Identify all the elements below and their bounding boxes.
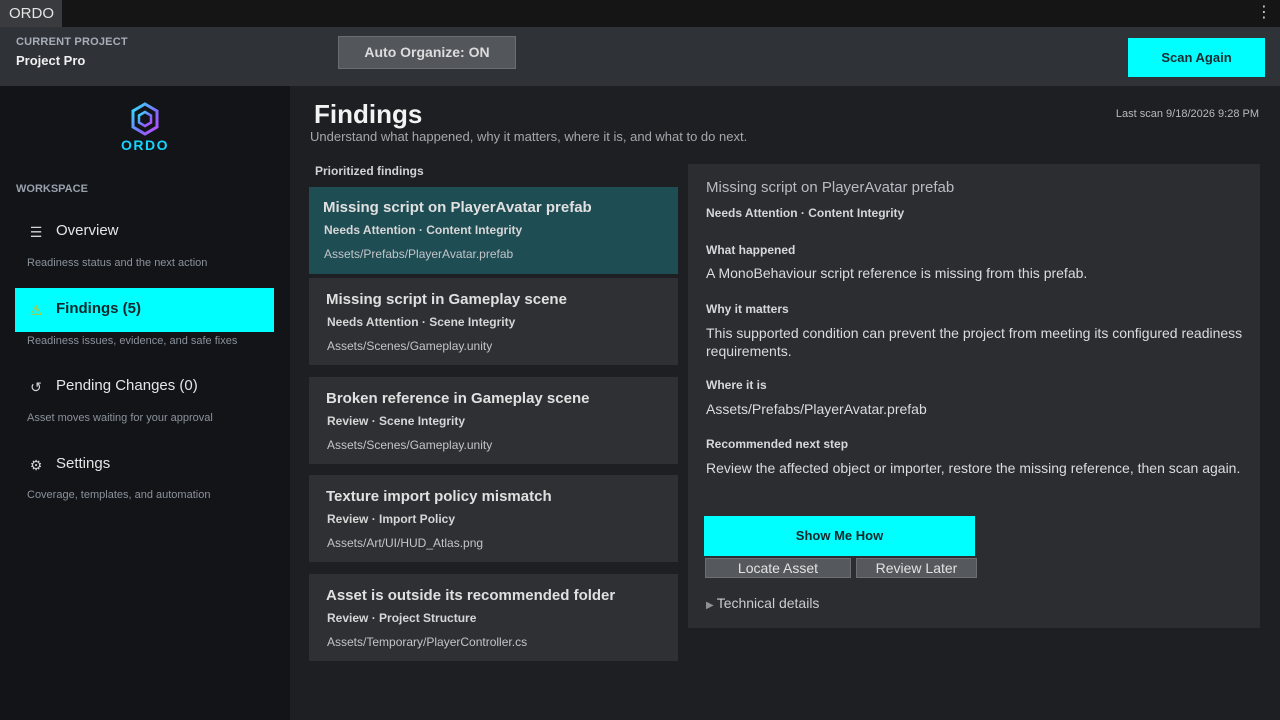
- sidebar-item-description: Readiness issues, evidence, and safe fix…: [27, 335, 238, 347]
- finding-item[interactable]: Texture import policy mismatch Review · …: [309, 475, 678, 562]
- sidebar-item-label: Settings: [56, 455, 111, 472]
- sidebar-item-settings[interactable]: ⚙ Settings: [15, 443, 274, 487]
- finding-path: Assets/Temporary/PlayerController.cs: [327, 635, 528, 649]
- sidebar-item-description: Readiness status and the next action: [27, 257, 208, 269]
- finding-path: Assets/Scenes/Gameplay.unity: [327, 339, 493, 353]
- current-project-label: CURRENT PROJECT: [16, 36, 128, 48]
- locate-asset-button[interactable]: Locate Asset: [705, 558, 851, 578]
- finding-title: Missing script in Gameplay scene: [326, 291, 567, 308]
- detail-title: Missing script on PlayerAvatar prefab: [706, 179, 955, 196]
- next-step-text: Review the affected object or importer, …: [706, 460, 1241, 476]
- app-tab[interactable]: ORDO: [0, 0, 62, 27]
- sidebar-item-findings[interactable]: ⚠ Findings (5): [15, 288, 274, 332]
- ordo-hexagon-icon: [131, 102, 159, 136]
- finding-path: Assets/Scenes/Gameplay.unity: [327, 438, 493, 452]
- what-happened-text: A MonoBehaviour script reference is miss…: [706, 265, 1088, 281]
- page-title: Findings: [314, 99, 423, 129]
- list-icon: ☰: [29, 224, 43, 240]
- sidebar-item-description: Coverage, templates, and automation: [27, 489, 211, 501]
- workspace-label: WORKSPACE: [16, 183, 88, 195]
- finding-title: Asset is outside its recommended folder: [326, 587, 616, 604]
- logo-text: ORDO: [121, 137, 169, 153]
- last-scan-timestamp: Last scan 9/18/2026 9:28 PM: [1115, 108, 1259, 120]
- page-subtitle: Understand what happened, why it matters…: [310, 129, 748, 144]
- sidebar-item-description: Asset moves waiting for your approval: [27, 412, 213, 424]
- sidebar-item-label: Pending Changes (0): [56, 377, 198, 394]
- finding-item[interactable]: Broken reference in Gameplay scene Revie…: [309, 377, 678, 464]
- finding-path: Assets/Prefabs/PlayerAvatar.prefab: [324, 247, 514, 261]
- technical-details-toggle[interactable]: ▶ Technical details: [706, 595, 819, 611]
- finding-path: Assets/Art/UI/HUD_Atlas.png: [327, 536, 484, 550]
- scan-again-button[interactable]: Scan Again: [1128, 38, 1265, 77]
- finding-meta: Review · Scene Integrity: [327, 414, 466, 428]
- sidebar-item-label: Findings (5): [56, 300, 141, 317]
- finding-detail-panel: Missing script on PlayerAvatar prefab Ne…: [688, 164, 1260, 628]
- sidebar-item-pending-changes[interactable]: ↺ Pending Changes (0): [15, 365, 274, 409]
- sidebar: ORDO WORKSPACE ☰ Overview Readiness stat…: [0, 86, 290, 720]
- gear-icon: ⚙: [29, 457, 43, 473]
- where-it-is-path: Assets/Prefabs/PlayerAvatar.prefab: [706, 401, 927, 417]
- detail-meta: Needs Attention · Content Integrity: [706, 206, 905, 220]
- history-icon: ↺: [30, 379, 42, 395]
- why-it-matters-heading: Why it matters: [706, 302, 789, 316]
- main-content: Findings Understand what happened, why i…: [290, 86, 1280, 720]
- finding-meta: Needs Attention · Scene Integrity: [327, 315, 516, 329]
- sidebar-item-overview[interactable]: ☰ Overview: [15, 210, 274, 254]
- finding-item[interactable]: Missing script in Gameplay scene Needs A…: [309, 278, 678, 365]
- next-step-heading: Recommended next step: [706, 437, 849, 451]
- sidebar-item-label: Overview: [56, 222, 119, 239]
- warning-icon: ⚠: [29, 302, 43, 318]
- finding-meta: Review · Import Policy: [327, 512, 456, 526]
- review-later-button[interactable]: Review Later: [856, 558, 977, 578]
- finding-title: Texture import policy mismatch: [326, 488, 552, 505]
- finding-item[interactable]: Missing script on PlayerAvatar prefab Ne…: [309, 187, 678, 274]
- finding-title: Broken reference in Gameplay scene: [326, 390, 590, 407]
- where-it-is-heading: Where it is: [706, 378, 767, 392]
- finding-meta: Needs Attention · Content Integrity: [324, 223, 523, 237]
- why-it-matters-text: This supported condition can prevent the…: [706, 325, 1243, 359]
- finding-meta: Review · Project Structure: [327, 611, 477, 625]
- findings-list-label: Prioritized findings: [315, 164, 424, 178]
- project-name: Project Pro: [16, 53, 86, 68]
- ordo-logo: ORDO: [112, 102, 178, 158]
- expand-triangle-icon: ▶: [706, 600, 714, 611]
- what-happened-heading: What happened: [706, 243, 796, 257]
- show-me-how-button[interactable]: Show Me How: [704, 516, 975, 556]
- auto-organize-toggle[interactable]: Auto Organize: ON: [338, 36, 516, 69]
- project-header: CURRENT PROJECT Project Pro Auto Organiz…: [0, 27, 1280, 86]
- technical-details-label: Technical details: [716, 595, 820, 611]
- finding-title: Missing script on PlayerAvatar prefab: [323, 199, 592, 216]
- finding-item[interactable]: Asset is outside its recommended folder …: [309, 574, 678, 661]
- more-options-icon[interactable]: ⋮: [1256, 3, 1272, 23]
- title-bar: ORDO ⋮: [0, 0, 1280, 27]
